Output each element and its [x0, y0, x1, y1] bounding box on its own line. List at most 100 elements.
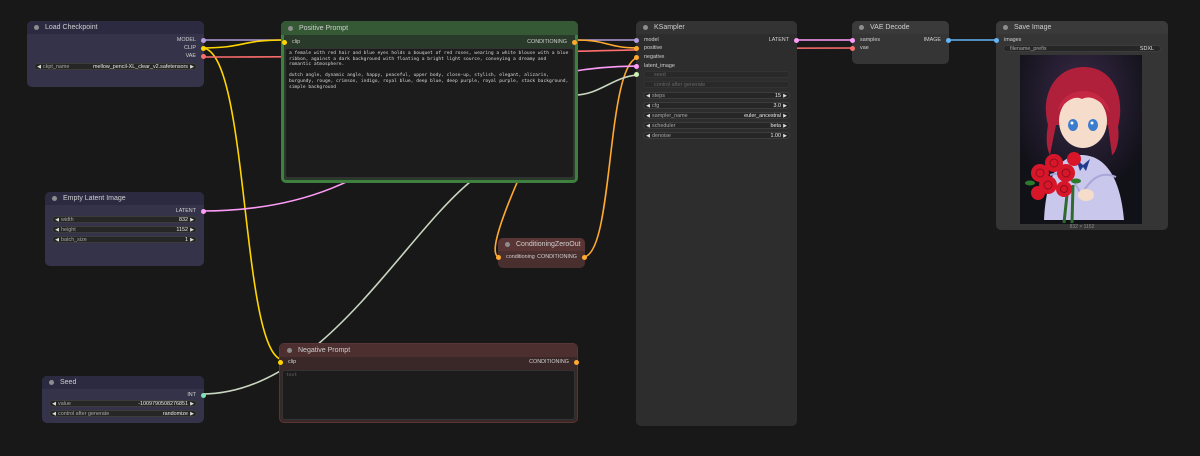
node-title-bar[interactable]: VAE Decode — [852, 21, 949, 34]
output-int[interactable]: INT — [187, 392, 206, 398]
collapse-dot-icon[interactable] — [859, 25, 864, 30]
port-dot-icon[interactable] — [850, 45, 855, 51]
collapse-dot-icon[interactable] — [49, 380, 54, 385]
node-title-bar[interactable]: KSampler — [636, 21, 797, 34]
cfg-widget[interactable]: ◀ cfg 3.0 ▶ — [643, 102, 790, 109]
port-dot-icon[interactable] — [201, 37, 206, 43]
port-dot-icon[interactable] — [850, 37, 855, 43]
ckpt-name-combo[interactable]: ◀ ckpt_name mellow_pencil-XL_clear_v2.sa… — [34, 63, 197, 70]
port-dot-icon[interactable] — [572, 39, 577, 45]
filename-prefix-input[interactable]: filename_prefix SDXL — [1003, 45, 1161, 52]
output-latent[interactable]: LATENT — [176, 208, 206, 214]
scheduler-combo[interactable]: ◀ scheduler beta ▶ — [643, 122, 790, 129]
arrow-left-icon[interactable]: ◀ — [35, 64, 43, 70]
output-latent[interactable]: LATENT — [769, 37, 799, 43]
collapse-dot-icon[interactable] — [34, 25, 39, 30]
arrow-left-icon[interactable]: ◀ — [53, 237, 61, 243]
port-dot-icon[interactable] — [946, 37, 951, 43]
collapse-dot-icon[interactable] — [643, 25, 648, 30]
arrow-left-icon[interactable]: ◀ — [644, 123, 652, 129]
node-title-bar[interactable]: Positive Prompt — [281, 21, 578, 35]
input-vae[interactable]: vae — [850, 45, 869, 51]
port-dot-icon[interactable] — [582, 254, 587, 260]
arrow-left-icon[interactable]: ◀ — [50, 401, 58, 407]
node-seed[interactable]: Seed INT ◀ value -1009790508276851 ▶ ◀ contr… — [42, 376, 206, 423]
arrow-right-icon[interactable]: ▶ — [781, 133, 789, 139]
node-title-bar[interactable]: Load Checkpoint — [27, 21, 204, 34]
node-ksampler[interactable]: KSampler model positive negative latent_… — [634, 21, 799, 426]
node-negative-prompt[interactable]: Negative Prompt clip CONDITIONING text — [278, 343, 579, 423]
arrow-left-icon[interactable]: ◀ — [644, 133, 652, 139]
input-positive[interactable]: positive — [634, 45, 662, 51]
port-dot-icon[interactable] — [496, 254, 501, 260]
output-conditioning[interactable]: CONDITIONING — [529, 359, 579, 365]
input-clip[interactable]: clip — [278, 359, 296, 365]
port-dot-icon[interactable] — [201, 53, 206, 59]
denoise-widget[interactable]: ◀ denoise 1.00 ▶ — [643, 132, 790, 139]
seed-value-widget[interactable]: ◀ value -1009790508276851 ▶ — [49, 400, 197, 407]
node-save-image[interactable]: Save Image images filename_prefix SDXL 8… — [994, 21, 1168, 230]
output-clip[interactable]: CLIP — [184, 45, 206, 51]
sampler-name-combo[interactable]: ◀ sampler_name euler_ancestral ▶ — [643, 112, 790, 119]
port-dot-icon[interactable] — [282, 39, 287, 45]
node-title-bar[interactable]: Negative Prompt — [280, 344, 577, 357]
arrow-right-icon[interactable]: ▶ — [781, 103, 789, 109]
arrow-left-icon[interactable]: ◀ — [644, 93, 652, 99]
arrow-right-icon[interactable]: ▶ — [188, 217, 196, 223]
input-samples[interactable]: samples — [850, 37, 880, 43]
prompt-textarea[interactable]: a female with red hair and blue eyes hol… — [285, 48, 574, 178]
width-widget[interactable]: ◀ width 832 ▶ — [52, 216, 197, 223]
arrow-right-icon[interactable]: ▶ — [188, 64, 196, 70]
arrow-right-icon[interactable]: ▶ — [188, 401, 196, 407]
output-vae[interactable]: VAE — [186, 53, 206, 59]
arrow-right-icon[interactable]: ▶ — [781, 123, 789, 129]
port-dot-icon[interactable] — [794, 37, 799, 43]
output-conditioning[interactable]: CONDITIONING — [537, 254, 587, 260]
node-empty-latent-image[interactable]: Empty Latent Image LATENT ◀ width 832 ▶ ◀ he… — [45, 192, 206, 266]
arrow-right-icon[interactable]: ▶ — [188, 411, 196, 417]
port-dot-icon[interactable] — [634, 54, 639, 60]
collapse-dot-icon[interactable] — [505, 242, 510, 247]
node-title-bar[interactable]: ConditioningZeroOut — [498, 238, 585, 251]
arrow-left-icon[interactable]: ◀ — [50, 411, 58, 417]
collapse-dot-icon[interactable] — [288, 25, 293, 31]
control-after-generate-combo[interactable]: ◀ control after generate randomize ▶ — [49, 410, 197, 417]
arrow-left-icon[interactable]: ◀ — [53, 227, 61, 233]
port-dot-icon[interactable] — [994, 37, 999, 43]
height-widget[interactable]: ◀ height 1152 ▶ — [52, 226, 197, 233]
output-conditioning[interactable]: CONDITIONING — [527, 39, 577, 45]
node-vae-decode[interactable]: VAE Decode samples vae IMAGE — [850, 21, 951, 64]
node-load-checkpoint[interactable]: Load Checkpoint MODEL CLIP VAE ◀ ckpt_na… — [27, 21, 206, 87]
output-image-preview[interactable] — [1020, 55, 1142, 224]
node-conditioning-zero-out[interactable]: ConditioningZeroOut conditioning CONDITI… — [496, 238, 587, 268]
output-model[interactable]: MODEL — [177, 37, 206, 43]
port-dot-icon[interactable] — [201, 392, 206, 398]
batch-size-widget[interactable]: ◀ batch_size 1 ▶ — [52, 236, 197, 243]
arrow-left-icon[interactable]: ◀ — [53, 217, 61, 223]
node-positive-prompt[interactable]: Positive Prompt clip CONDITIONING a fema… — [281, 21, 578, 183]
arrow-left-icon[interactable]: ◀ — [644, 113, 652, 119]
port-dot-icon[interactable] — [634, 45, 639, 51]
port-dot-icon[interactable] — [201, 45, 206, 51]
arrow-right-icon[interactable]: ▶ — [781, 93, 789, 99]
node-title-bar[interactable]: Save Image — [996, 21, 1168, 34]
input-model[interactable]: model — [634, 37, 659, 43]
collapse-dot-icon[interactable] — [287, 348, 292, 353]
negative-prompt-textarea[interactable]: text — [282, 370, 575, 420]
node-title-bar[interactable]: Empty Latent Image — [45, 192, 204, 205]
port-dot-icon[interactable] — [634, 63, 639, 69]
port-dot-icon[interactable] — [634, 72, 639, 77]
arrow-right-icon[interactable]: ▶ — [781, 113, 789, 119]
port-dot-icon[interactable] — [201, 208, 206, 214]
collapse-dot-icon[interactable] — [52, 196, 57, 201]
input-negative[interactable]: negative — [634, 54, 664, 60]
arrow-left-icon[interactable]: ◀ — [644, 103, 652, 109]
collapse-dot-icon[interactable] — [1003, 25, 1008, 30]
port-dot-icon[interactable] — [634, 37, 639, 43]
node-title-bar[interactable]: Seed — [42, 376, 204, 389]
arrow-right-icon[interactable]: ▶ — [188, 237, 196, 243]
port-dot-icon[interactable] — [574, 359, 579, 365]
arrow-right-icon[interactable]: ▶ — [188, 227, 196, 233]
input-images[interactable]: images — [994, 37, 1021, 43]
input-clip[interactable]: clip — [282, 39, 300, 45]
